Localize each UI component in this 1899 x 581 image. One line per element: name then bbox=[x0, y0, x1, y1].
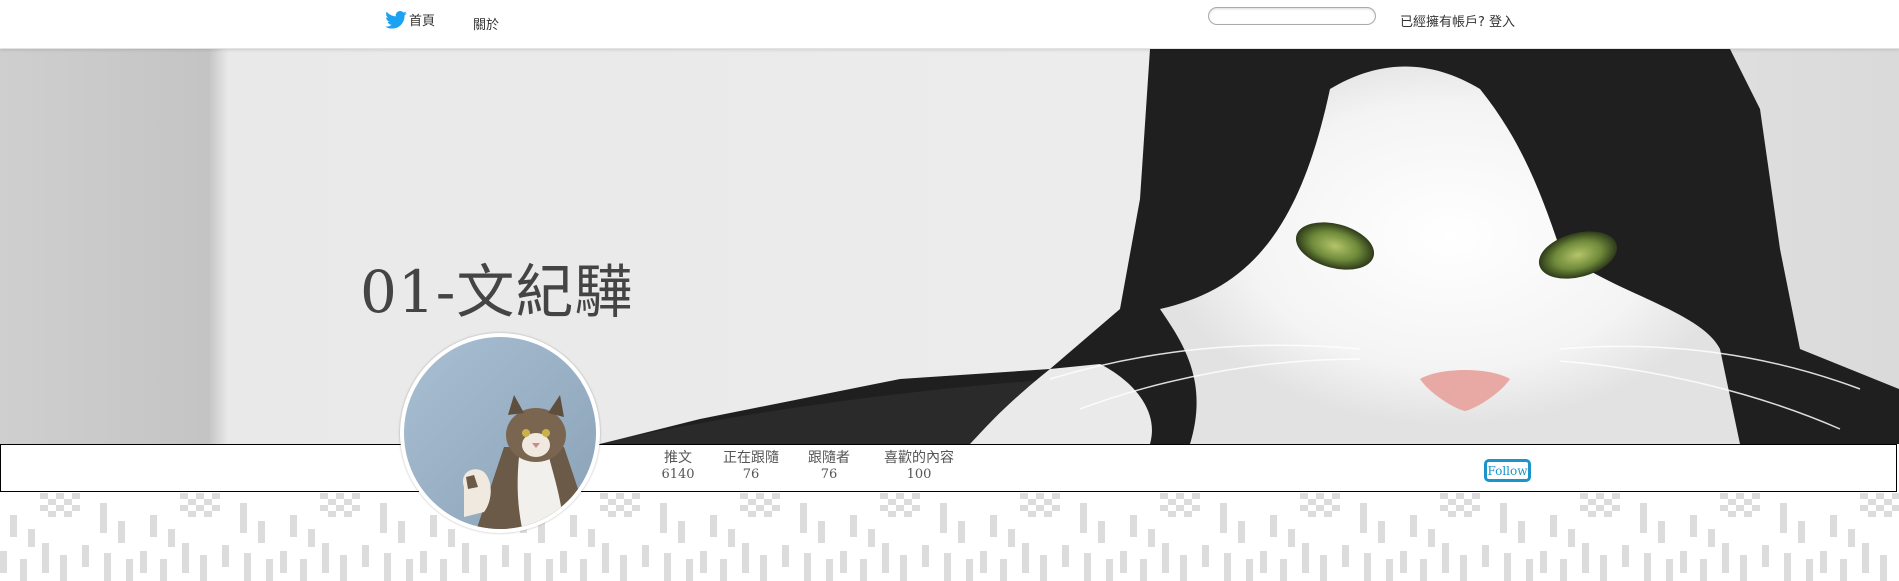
nav-home-link[interactable]: 首頁 bbox=[385, 10, 435, 29]
profile-banner: 01-文紀驊 bbox=[0, 49, 1899, 444]
nav-home-label: 首頁 bbox=[409, 14, 436, 29]
avatar-cat-image bbox=[404, 337, 596, 529]
profile-name: 01-文紀驊 bbox=[360, 258, 634, 326]
stat-following-label: 正在跟隨 bbox=[723, 450, 779, 466]
follow-button[interactable]: Follow bbox=[1484, 459, 1531, 482]
stat-tweets[interactable]: 推文 6140 bbox=[659, 449, 697, 483]
login-link[interactable]: 已經擁有帳戶? 登入 bbox=[1400, 11, 1515, 30]
stat-following-value: 76 bbox=[742, 467, 760, 482]
stat-following[interactable]: 正在跟隨 76 bbox=[716, 449, 786, 483]
nav-about-link[interactable]: 關於 bbox=[473, 14, 499, 33]
stat-followers[interactable]: 跟隨者 76 bbox=[802, 449, 856, 483]
profile-avatar[interactable] bbox=[400, 333, 600, 533]
top-navigation: 首頁 關於 已經擁有帳戶? 登入 bbox=[0, 0, 1899, 49]
stat-followers-value: 76 bbox=[820, 467, 838, 482]
stat-likes[interactable]: 喜歡的內容 100 bbox=[876, 449, 962, 483]
background-pattern bbox=[0, 493, 1899, 581]
stat-tweets-value: 6140 bbox=[661, 467, 695, 482]
search-input[interactable] bbox=[1208, 7, 1376, 25]
twitter-bird-icon bbox=[385, 11, 407, 29]
stat-likes-value: 100 bbox=[906, 467, 932, 482]
stat-followers-label: 跟隨者 bbox=[808, 450, 850, 466]
stat-tweets-label: 推文 bbox=[664, 450, 692, 466]
banner-cat-image bbox=[0, 49, 1899, 444]
stat-likes-label: 喜歡的內容 bbox=[884, 450, 954, 466]
